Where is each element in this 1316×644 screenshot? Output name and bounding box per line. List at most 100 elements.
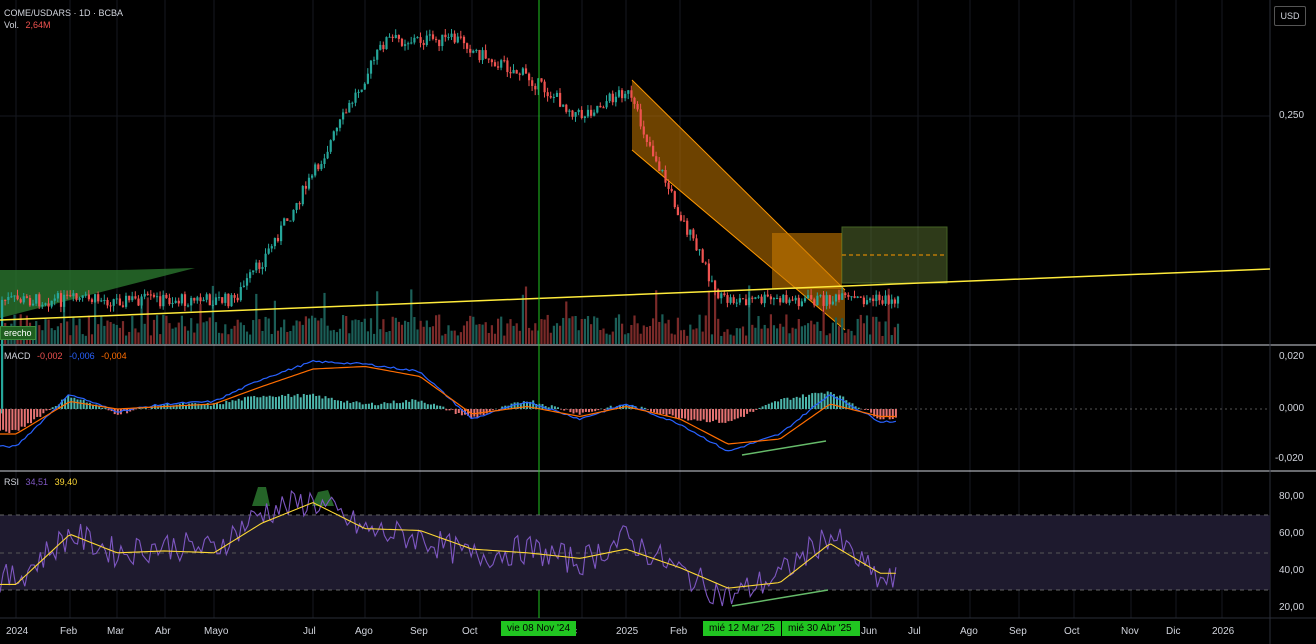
volume-bar (149, 335, 152, 344)
candle-body (748, 297, 751, 306)
green-zone[interactable] (0, 268, 195, 318)
candle-body (25, 296, 28, 298)
volume-bar (559, 325, 562, 344)
volume-bar (407, 321, 410, 344)
candle-body (283, 218, 286, 226)
macd-histogram-bar (36, 409, 39, 417)
candle-body (726, 295, 729, 303)
rsi-name[interactable]: RSI (4, 477, 19, 487)
orange-channel[interactable] (632, 80, 845, 330)
volume-bar (859, 314, 862, 344)
trend-line[interactable] (0, 268, 1271, 321)
symbol-title[interactable]: COME/USDARS · 1D · BCBA (4, 8, 123, 18)
macd-histogram-bar (5, 409, 8, 432)
volume-bar (307, 318, 311, 344)
macd-histogram-bar (200, 404, 203, 409)
volume-bar (642, 325, 645, 344)
time-label: Feb (60, 626, 78, 637)
candle-body (224, 293, 227, 303)
candle-body (314, 164, 317, 176)
volume-bar (788, 333, 791, 344)
macd-histogram-bar (888, 409, 891, 420)
volume-bar (152, 319, 156, 344)
candle-body (357, 91, 360, 93)
volume-bar (162, 314, 165, 344)
volume-bar (78, 318, 81, 344)
volume-bar (847, 329, 850, 344)
volume-bar (373, 333, 376, 344)
candle-body (862, 297, 865, 305)
macd-histogram-bar (11, 409, 14, 431)
volume-bar (422, 326, 425, 344)
volume-bar (710, 334, 714, 344)
volume-bar (760, 328, 763, 344)
candle-body (710, 280, 714, 282)
volume-bar (205, 321, 208, 344)
macd-histogram-bar (668, 409, 671, 415)
candle-body (707, 263, 710, 282)
candle-body (810, 295, 813, 300)
candle-body (819, 295, 822, 297)
candle-body (311, 175, 314, 178)
candle-body (543, 81, 546, 93)
volume-bar (596, 317, 599, 344)
macd-histogram-bar (758, 407, 761, 409)
volume-bar (534, 323, 537, 344)
volume-bar (881, 335, 884, 344)
macd-histogram-bar (739, 409, 742, 417)
volume-bar (683, 329, 686, 344)
candle-body (276, 237, 280, 242)
rsi-divergence-line[interactable] (731, 589, 829, 607)
volume-bar (118, 327, 121, 344)
macd-legend: MACD -0,002 -0,006 -0,004 (4, 351, 131, 361)
currency-button[interactable]: USD (1274, 6, 1306, 26)
candle-body (875, 294, 878, 302)
candle-body (847, 295, 850, 297)
macd-histogram-bar (674, 409, 677, 419)
macd-histogram-bar (557, 407, 559, 409)
volume-bar (577, 330, 580, 344)
macd-histogram-bar (17, 409, 20, 431)
volume-bar (689, 324, 692, 344)
candle-body (348, 102, 351, 113)
macd-histogram-bar (243, 397, 246, 409)
volume-bar (97, 324, 100, 344)
candle-body (400, 38, 404, 46)
candle-body (816, 295, 819, 306)
chart-canvas[interactable] (0, 0, 1316, 644)
candle-body (754, 297, 757, 299)
time-label: Oct (462, 626, 478, 637)
candle-body (549, 96, 552, 98)
volume-bar (202, 322, 205, 344)
macd-histogram-bar (420, 400, 423, 409)
volume-bar (741, 326, 745, 344)
candle-body (47, 303, 50, 307)
macd-histogram-bar (309, 394, 311, 409)
drawing-label[interactable]: erecho (0, 326, 36, 340)
candle-body (828, 295, 831, 305)
volume-legend: Vol. 2,64M (4, 20, 55, 30)
candle-body (639, 109, 642, 127)
macd-histogram-bar (770, 402, 773, 409)
macd-name[interactable]: MACD (4, 351, 31, 361)
volume-bar (329, 330, 332, 344)
volume-bar (106, 320, 109, 344)
volume-bar (128, 331, 131, 344)
candle-body (534, 85, 537, 90)
volume-bar (267, 318, 270, 344)
volume-bar (348, 333, 351, 344)
volume-bar (717, 318, 720, 344)
volume-bar (224, 324, 227, 344)
candle-body (190, 297, 193, 306)
candle-body (506, 60, 509, 73)
macd-histogram-bar (429, 404, 432, 409)
volume-bar (503, 335, 506, 344)
volume-bar (59, 323, 63, 344)
volume-bar (190, 318, 193, 344)
volume-bar (320, 318, 323, 344)
orange-box[interactable] (772, 233, 842, 289)
macd-histogram-bar (867, 409, 869, 410)
macd-histogram-bar (355, 401, 358, 409)
macd-histogram-bar (340, 401, 342, 409)
volume-bar (391, 316, 394, 344)
